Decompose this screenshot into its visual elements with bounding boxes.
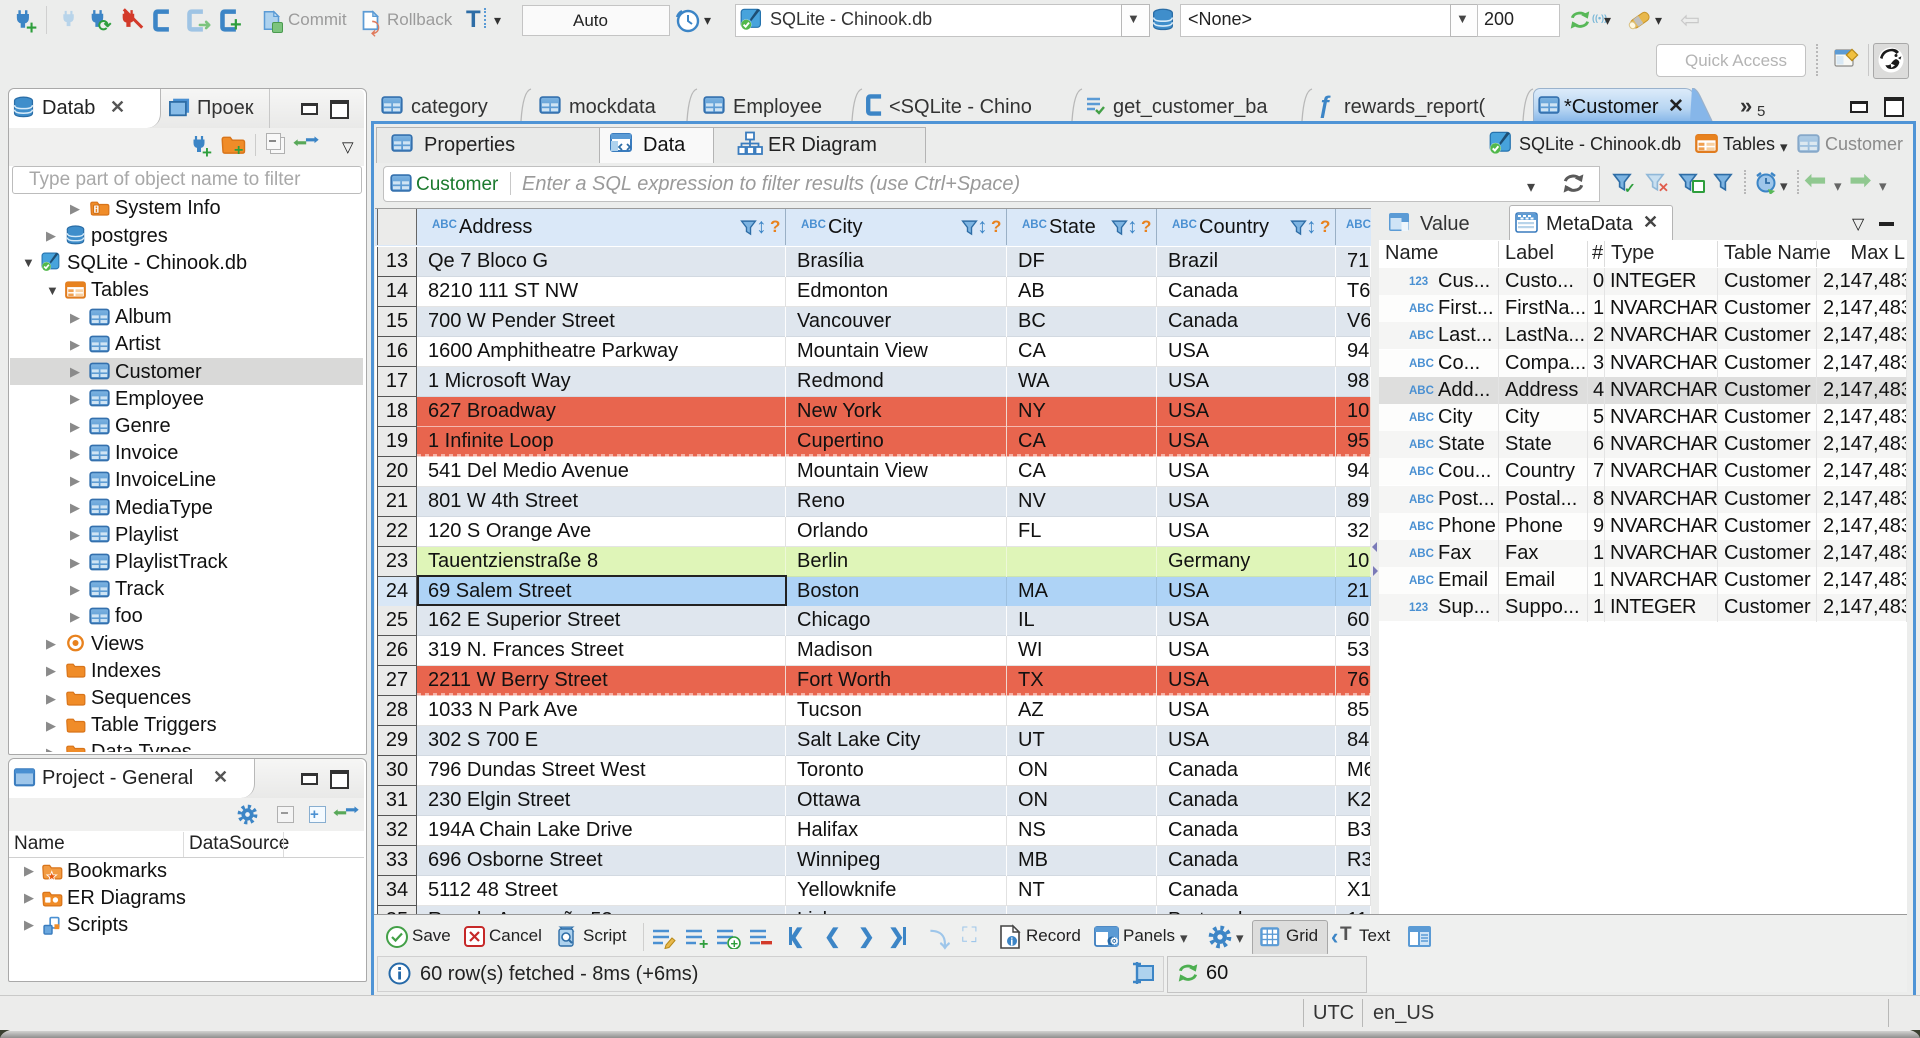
svg-text:+: + [699,936,708,949]
svg-text:⚙: ⚙ [1110,937,1119,948]
svg-text:i: i [1010,937,1013,949]
svg-text:+: + [731,936,739,949]
